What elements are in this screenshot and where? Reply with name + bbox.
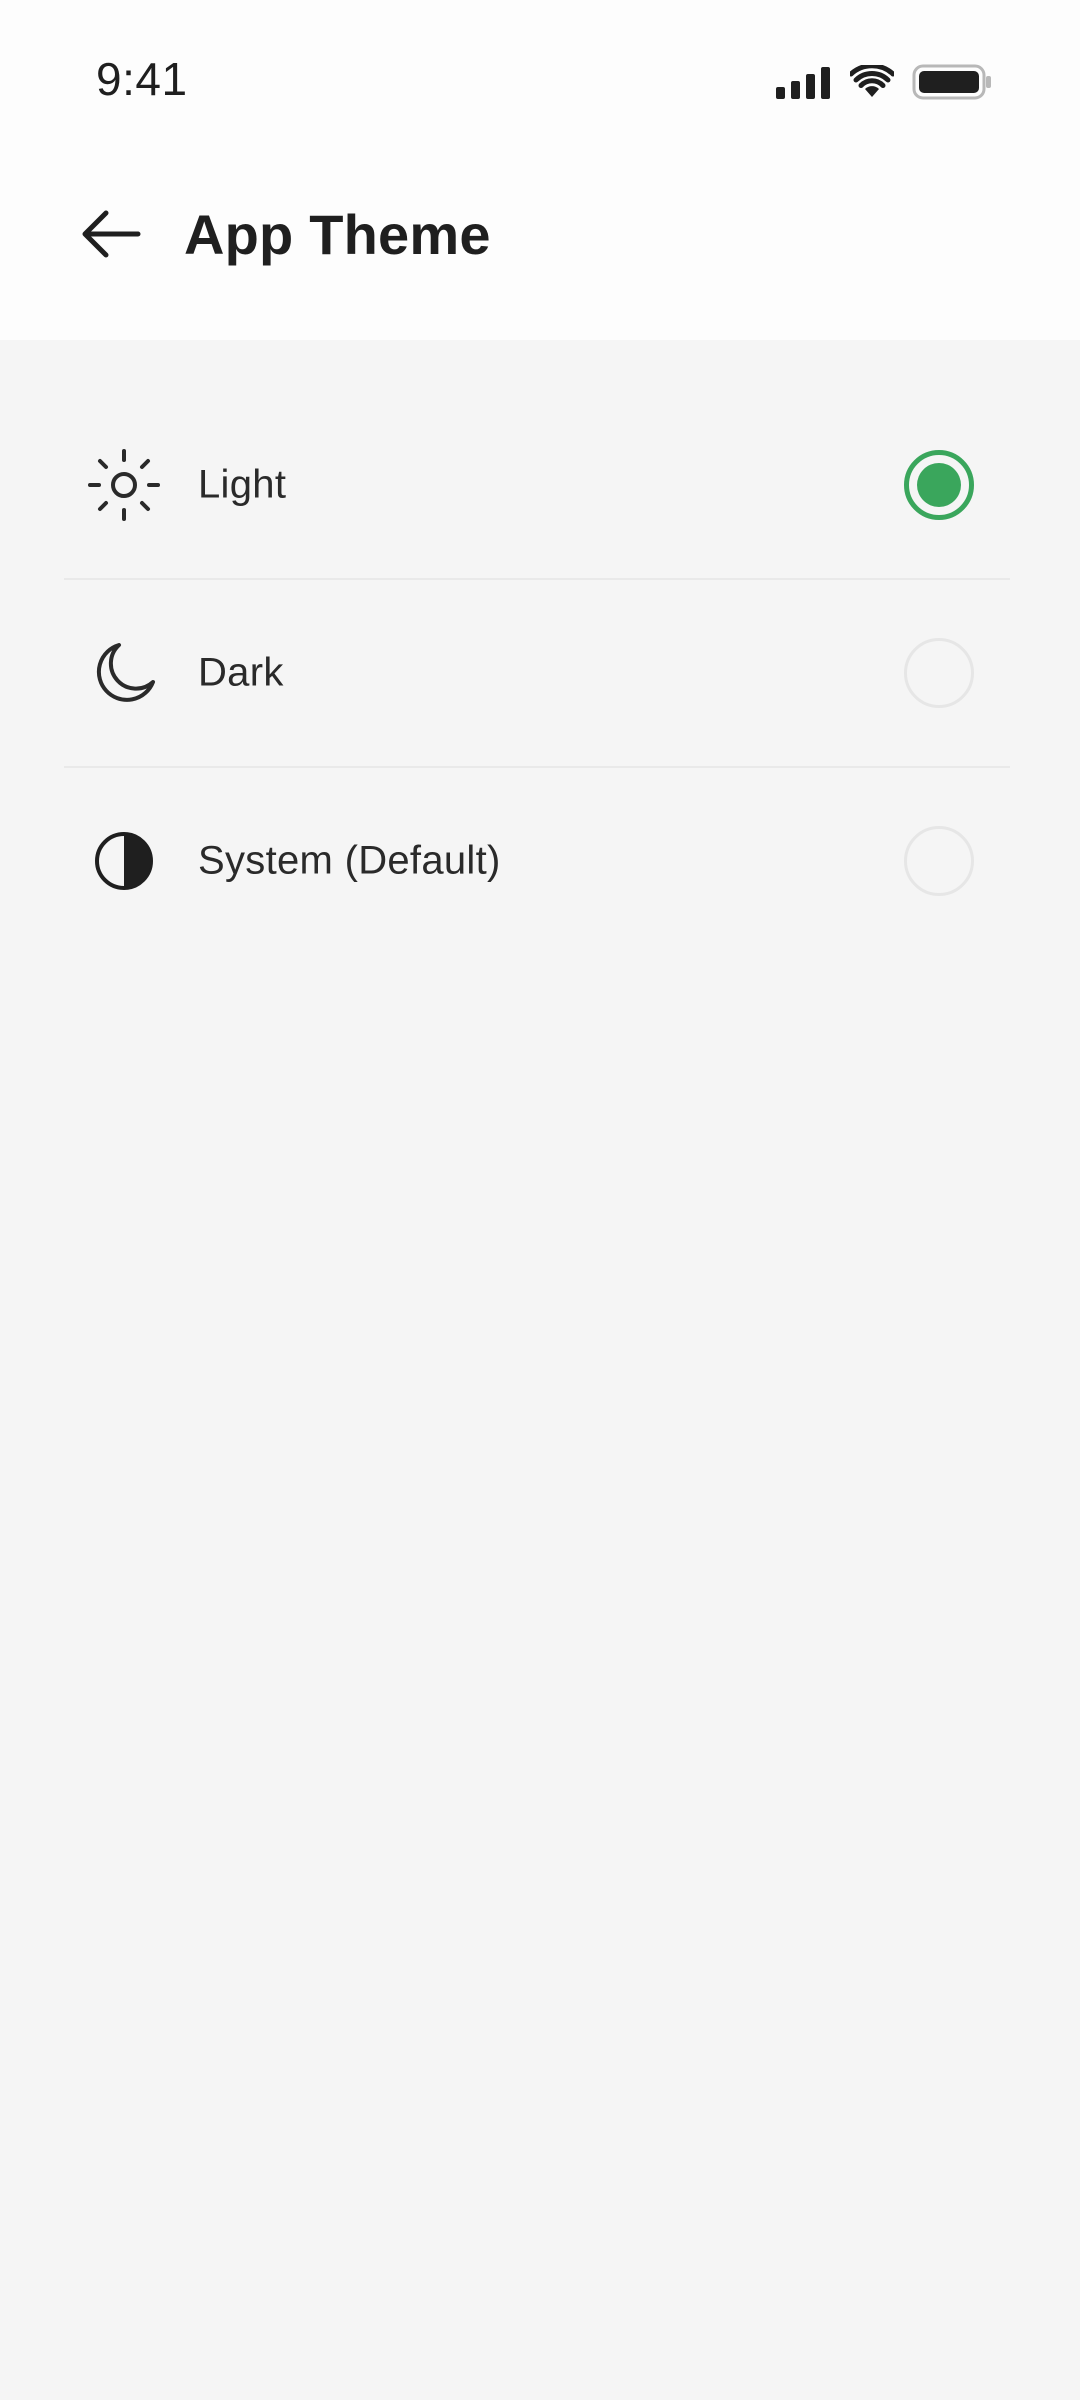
radio-button[interactable] xyxy=(904,826,974,896)
wifi-icon xyxy=(850,65,894,99)
arrow-left-icon xyxy=(80,208,142,265)
signal-icon xyxy=(776,65,832,99)
page-title: App Theme xyxy=(184,203,491,266)
radio-button-selected[interactable] xyxy=(904,450,974,520)
radio-dot xyxy=(917,463,961,507)
theme-option-label: System (Default) xyxy=(198,838,501,883)
theme-option-dark[interactable]: Dark xyxy=(64,578,1010,766)
theme-option-light[interactable]: Light xyxy=(64,392,1010,578)
theme-options-list: Light Dark System (Default) xyxy=(64,392,1010,954)
sun-icon xyxy=(84,445,164,525)
battery-icon xyxy=(912,63,992,101)
app-header: App Theme xyxy=(0,180,1080,290)
status-time: 9:41 xyxy=(96,53,188,105)
moon-icon xyxy=(84,633,164,713)
status-bar: 9:41 xyxy=(0,0,1080,160)
back-button[interactable] xyxy=(66,200,156,272)
status-icons xyxy=(776,60,992,104)
contrast-icon xyxy=(84,821,164,901)
theme-option-label: Dark xyxy=(198,650,284,695)
theme-option-label: Light xyxy=(198,462,287,507)
theme-option-system[interactable]: System (Default) xyxy=(64,766,1010,954)
radio-button[interactable] xyxy=(904,638,974,708)
